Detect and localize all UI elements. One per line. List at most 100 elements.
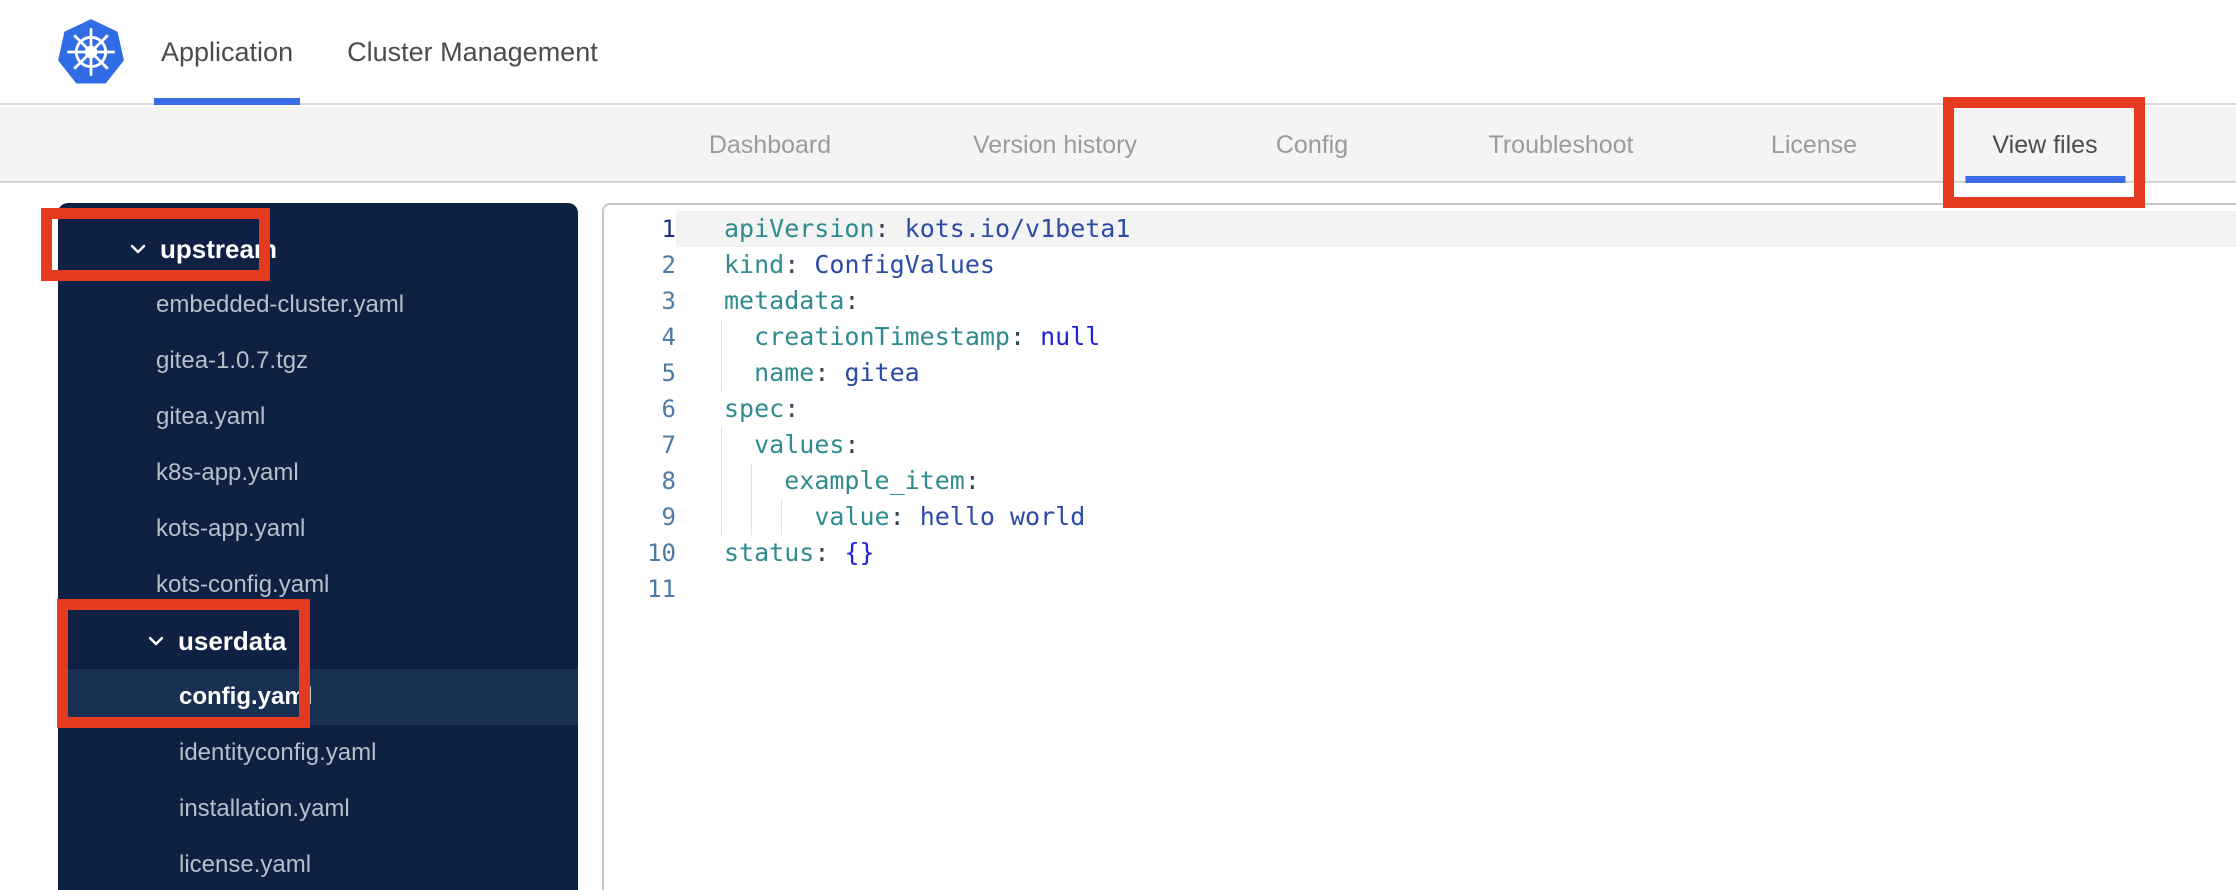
- line-number: 3: [661, 287, 676, 315]
- token-sp: [799, 250, 814, 279]
- token-key: values: [754, 430, 845, 459]
- code-text: name: gitea: [676, 355, 2236, 391]
- kots-admin-console: Application Cluster Management Dashboard V…: [0, 0, 2236, 890]
- top-bar: Application Cluster Management: [0, 0, 2236, 105]
- token-sp: [724, 466, 784, 495]
- code-line-4[interactable]: 4 creationTimestamp: null: [604, 319, 2236, 355]
- token-punc: :: [844, 430, 860, 459]
- code-text: spec:: [676, 391, 2236, 427]
- code-text: values:: [676, 427, 2236, 463]
- tree-file-gitea-1-0-7-tgz[interactable]: gitea-1.0.7.tgz: [58, 333, 578, 389]
- tree-file-kots-config-yaml[interactable]: kots-config.yaml: [58, 557, 578, 613]
- token-val: kots.io/v1beta1: [904, 214, 1131, 243]
- code-text: creationTimestamp: null: [676, 319, 2236, 355]
- code-line-1[interactable]: 1 apiVersion: kots.io/v1beta1: [604, 211, 2236, 247]
- code-line-8[interactable]: 8 example_item:: [604, 463, 2236, 499]
- subnav-tab-view-files[interactable]: View files: [1964, 107, 2125, 183]
- subnav-tab-dashboard[interactable]: Dashboard: [709, 107, 831, 183]
- subnav-tab-label: Troubleshoot: [1488, 131, 1634, 159]
- token-key: example_item: [784, 466, 965, 495]
- chevron-down-icon: [130, 244, 146, 254]
- token-sp: [724, 430, 754, 459]
- tree-file-config-yaml[interactable]: config.yaml: [58, 669, 578, 725]
- token-punc: :: [814, 358, 830, 387]
- code-text: status: {}: [676, 535, 2236, 571]
- tree-file-kots-app-yaml[interactable]: kots-app.yaml: [58, 501, 578, 557]
- file-label: identityconfig.yaml: [179, 739, 377, 766]
- token-punc: :: [784, 250, 800, 279]
- subnav-tab-label: Version history: [973, 131, 1137, 159]
- subnav-tab-troubleshoot[interactable]: Troubleshoot: [1489, 107, 1634, 183]
- token-val: gitea: [844, 358, 920, 387]
- tree-file-k8s-app-yaml[interactable]: k8s-app.yaml: [58, 445, 578, 501]
- kubernetes-logo-icon: [56, 15, 126, 89]
- folder-label: userdata: [178, 625, 287, 656]
- file-label: kots-app.yaml: [156, 515, 306, 542]
- tree-file-embedded-cluster-yaml[interactable]: embedded-cluster.yaml: [58, 277, 578, 333]
- token-key: apiVersion: [724, 214, 875, 243]
- app-subnav: Dashboard Version history Config Troublesho…: [0, 107, 2236, 183]
- token-sp: [1025, 322, 1040, 351]
- indent-guide: [751, 499, 752, 535]
- token-key: name: [754, 358, 815, 387]
- code-line-9[interactable]: 9 value: hello world: [604, 499, 2236, 535]
- subnav-tab-license[interactable]: License: [1771, 107, 1857, 183]
- tree-file-license-yaml[interactable]: license.yaml: [58, 837, 578, 890]
- code-line-7[interactable]: 7 values:: [604, 427, 2236, 463]
- top-tab-application[interactable]: Application: [134, 0, 320, 105]
- code-text: apiVersion: kots.io/v1beta1: [676, 211, 2236, 247]
- tree-file-identityconfig-yaml[interactable]: identityconfig.yaml: [58, 725, 578, 781]
- tree-file-installation-yaml[interactable]: installation.yaml: [58, 781, 578, 837]
- top-tab-list: Application Cluster Management: [134, 0, 625, 105]
- token-key: kind: [724, 250, 785, 279]
- code-text: metadata:: [676, 283, 2236, 319]
- line-number: 4: [661, 323, 676, 351]
- subnav-tab-label: License: [1770, 131, 1858, 159]
- indent-guide: [751, 463, 752, 499]
- token-punc: :: [784, 394, 800, 423]
- tree-file-gitea-yaml[interactable]: gitea.yaml: [58, 389, 578, 445]
- file-tree-sidebar: upstream embedded-cluster.yaml gitea-1.0.7…: [58, 203, 578, 890]
- code-line-6[interactable]: 6 spec:: [604, 391, 2236, 427]
- tree-folder-userdata[interactable]: userdata: [58, 613, 578, 669]
- code-text: example_item:: [676, 463, 2236, 499]
- top-tab-label: Cluster Management: [347, 37, 598, 67]
- token-sp: [905, 502, 920, 531]
- subnav-tab-config[interactable]: Config: [1276, 107, 1348, 183]
- tree-folder-upstream[interactable]: upstream: [58, 221, 578, 277]
- token-key: creationTimestamp: [754, 322, 1010, 351]
- token-punc: :: [964, 466, 980, 495]
- token-sp: [724, 502, 814, 531]
- indent-guide: [721, 319, 722, 355]
- folder-label: upstream: [160, 233, 278, 264]
- code-line-11[interactable]: 11: [604, 571, 2236, 607]
- line-number: 6: [661, 395, 676, 423]
- token-punc: :: [889, 502, 905, 531]
- token-sp: [890, 214, 905, 243]
- file-label: k8s-app.yaml: [156, 459, 299, 486]
- top-tab-cluster-management[interactable]: Cluster Management: [320, 0, 625, 105]
- file-label: license.yaml: [179, 851, 312, 878]
- line-number: 9: [661, 503, 676, 531]
- line-number: 2: [661, 251, 676, 279]
- yaml-file-viewer[interactable]: 1 apiVersion: kots.io/v1beta1 2 kind: Confi…: [602, 203, 2236, 890]
- subnav-tab-version-history[interactable]: Version history: [973, 107, 1137, 183]
- code-line-2[interactable]: 2 kind: ConfigValues: [604, 247, 2236, 283]
- token-punc: :: [814, 538, 830, 567]
- token-val: ConfigValues: [814, 250, 995, 279]
- line-number: 5: [661, 359, 676, 387]
- indent-guide: [721, 499, 722, 535]
- token-sp: [724, 358, 754, 387]
- code-text: kind: ConfigValues: [676, 247, 2236, 283]
- token-punc: :: [874, 214, 890, 243]
- file-label: embedded-cluster.yaml: [156, 291, 405, 318]
- code-line-3[interactable]: 3 metadata:: [604, 283, 2236, 319]
- line-number: 11: [647, 575, 676, 603]
- token-val: hello world: [919, 502, 1086, 531]
- line-number: 8: [661, 467, 676, 495]
- code-line-5[interactable]: 5 name: gitea: [604, 355, 2236, 391]
- file-label: kots-config.yaml: [156, 571, 330, 598]
- token-sp: [829, 538, 844, 567]
- code-line-10[interactable]: 10 status: {}: [604, 535, 2236, 571]
